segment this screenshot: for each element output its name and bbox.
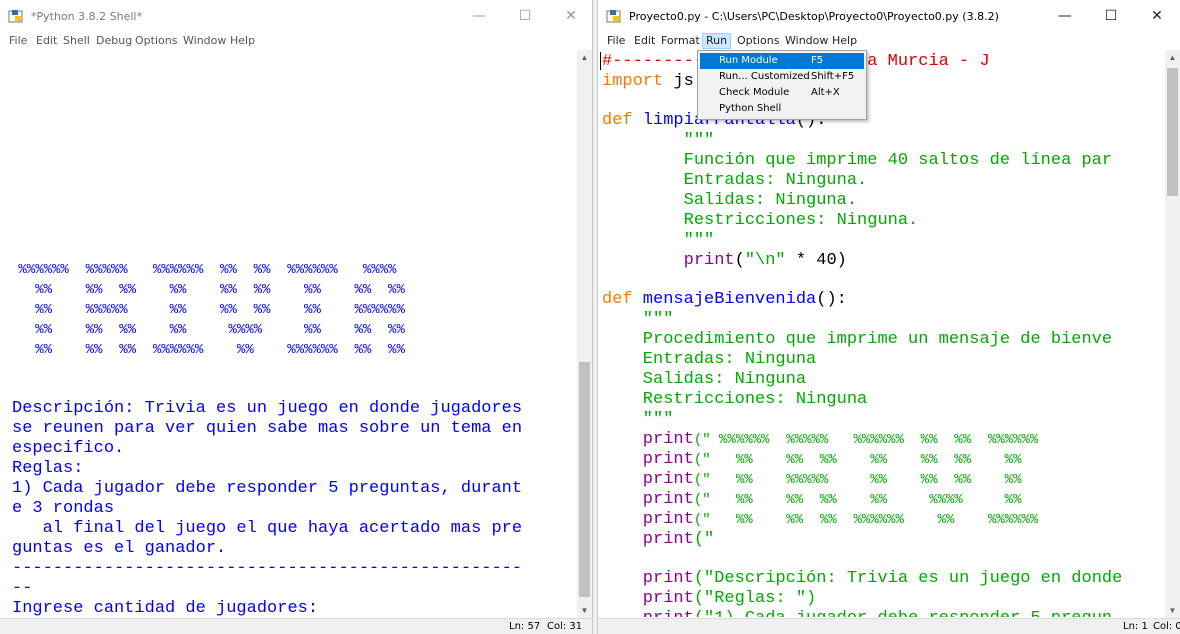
shell-output-area[interactable]: %%%%%% %%%%% %%%%%% %% %% %%%%%% %%%% %%…: [0, 50, 577, 618]
shell-text-line: ----------------------------------------…: [12, 559, 523, 578]
editor-title: Proyecto0.py - C:\Users\PC\Desktop\Proye…: [629, 10, 999, 23]
minimize-button[interactable]: —: [456, 0, 502, 32]
banner-line: %% %%%%% %% %% %% %% %%%%%%: [10, 302, 405, 318]
editor-menubar: File Edit Format Run Options Window Help: [598, 32, 1180, 50]
scroll-down-icon[interactable]: ▼: [577, 603, 592, 618]
python-shell-window: *Python 3.8.2 Shell* — ☐ ✕ File Edit She…: [0, 0, 593, 634]
code-line: Entradas: Ninguna: [602, 350, 817, 369]
code-line: Restricciones: Ninguna.: [602, 211, 919, 230]
banner-line: %%%%%% %%%%% %%%%%% %% %% %%%%%% %%%%: [10, 262, 397, 278]
code-line: Salidas: Ninguna: [602, 370, 807, 389]
code-line: print(": [602, 530, 715, 549]
line-number: Ln: 57: [509, 621, 541, 632]
code-line: """: [602, 410, 674, 429]
shell-statusbar: Ln: 57 Col: 31: [0, 618, 592, 634]
maximize-button[interactable]: ☐: [502, 0, 548, 32]
menu-format[interactable]: Format: [658, 33, 703, 49]
python-file-icon: [606, 10, 621, 23]
menu-help[interactable]: Help: [227, 33, 258, 49]
code-line: print("Descripción: Trivia es un juego e…: [602, 569, 1123, 588]
shell-scrollbar[interactable]: ▲ ▼: [577, 50, 592, 618]
code-line: Entradas: Ninguna.: [602, 171, 868, 190]
code-line: def mensajeBienvenida():: [602, 290, 847, 309]
scroll-thumb[interactable]: [579, 362, 590, 597]
maximize-button[interactable]: ☐: [1088, 0, 1134, 32]
check-module-item[interactable]: Check Module Alt+X: [700, 85, 864, 101]
python-idle-icon: [8, 10, 23, 23]
run-menu-dropdown: Run Module F5 Run... Customized Shift+F5…: [697, 50, 867, 120]
code-line: print("1) Cada jugador debe responder 5 …: [602, 609, 1112, 617]
banner-line: %% %% %% %% %% %% %% %% %%: [10, 282, 405, 298]
menu-options[interactable]: Options: [132, 33, 180, 49]
shell-text-line: --: [12, 579, 33, 598]
shell-text-line: Descripción: Trivia es un juego en donde…: [12, 399, 523, 418]
menu-file[interactable]: File: [6, 33, 30, 49]
menu-window[interactable]: Window: [180, 33, 229, 49]
shell-text-line: se reunen para ver quien sabe mas sobre …: [12, 419, 523, 438]
code-line: print(" %%%%%% %%%%% %%%%%% %% %% %%%%%%: [602, 430, 1039, 449]
code-line: """: [602, 231, 715, 250]
column-number: Col: 31: [547, 621, 583, 632]
code-line: print(" %% %% %% %% %% %% %%: [602, 450, 1022, 469]
menu-options[interactable]: Options: [734, 33, 782, 49]
close-button[interactable]: ✕: [548, 0, 592, 32]
shell-title: *Python 3.8.2 Shell*: [31, 10, 142, 23]
banner-line: %% %% %% %%%%%% %% %%%%%% %% %%: [10, 342, 405, 358]
shell-text-line: 1) Cada jugador debe responder 5 pregunt…: [12, 479, 523, 498]
scroll-up-icon[interactable]: ▲: [577, 50, 592, 65]
python-shell-item[interactable]: Python Shell: [700, 101, 864, 117]
banner-line: %% %% %% %% %%%% %% %% %%: [10, 322, 405, 338]
code-line: """: [602, 131, 715, 150]
shell-menubar: File Edit Shell Debug Options Window Hel…: [0, 32, 592, 50]
menu-help[interactable]: Help: [829, 33, 860, 49]
code-line: Restricciones: Ninguna: [602, 390, 868, 409]
column-number: Col: 0: [1153, 621, 1180, 632]
code-line: Salidas: Ninguna.: [602, 191, 858, 210]
text-cursor: [600, 52, 601, 70]
editor-scrollbar[interactable]: ▲ ▼: [1165, 50, 1180, 618]
minimize-button[interactable]: —: [1042, 0, 1088, 32]
scroll-up-icon[interactable]: ▲: [1165, 50, 1180, 65]
code-line: """: [602, 310, 674, 329]
input-prompt: Ingrese cantidad de jugadores:: [12, 599, 319, 618]
shell-text-line: al final del juego el que haya acertado …: [12, 519, 523, 538]
menu-shell[interactable]: Shell: [60, 33, 93, 49]
line-number: Ln: 1: [1123, 621, 1148, 632]
run-module-item[interactable]: Run Module F5: [700, 53, 864, 69]
editor-titlebar[interactable]: Proyecto0.py - C:\Users\PC\Desktop\Proye…: [598, 0, 1180, 32]
editor-window: Proyecto0.py - C:\Users\PC\Desktop\Proye…: [597, 0, 1180, 634]
menu-debug[interactable]: Debug: [93, 33, 135, 49]
menu-window[interactable]: Window: [782, 33, 831, 49]
editor-statusbar: Ln: 1 Col: 0: [598, 618, 1180, 634]
code-editor[interactable]: #------------ Michael Araya Murcia - J i…: [598, 50, 1165, 618]
menu-edit[interactable]: Edit: [631, 33, 658, 49]
shell-text-line: e 3 rondas: [12, 499, 115, 518]
code-line: print(" %% %%%%% %% %% %% %%: [602, 470, 1022, 489]
menu-run[interactable]: Run: [702, 33, 732, 49]
code-line: print("Reglas: "): [602, 589, 817, 608]
code-line: import js: [602, 72, 694, 91]
close-button[interactable]: ✕: [1134, 0, 1180, 32]
shell-text-line: guntas es el ganador.: [12, 539, 227, 558]
code-line: print(" %% %% %% %% %%%% %%: [602, 490, 1022, 509]
code-line: print(" %% %% %% %%%%%% %% %%%%%%: [602, 510, 1039, 529]
code-line: Procedimiento que imprime un mensaje de …: [602, 330, 1113, 349]
scroll-down-icon[interactable]: ▼: [1165, 603, 1180, 618]
menu-file[interactable]: File: [604, 33, 628, 49]
scroll-thumb[interactable]: [1167, 68, 1178, 196]
code-line: print("\n" * 40): [602, 251, 847, 270]
code-line: Función que imprime 40 saltos de línea p…: [602, 151, 1113, 170]
shell-text-line: Reglas:: [12, 459, 84, 478]
menu-edit[interactable]: Edit: [33, 33, 60, 49]
shell-titlebar[interactable]: *Python 3.8.2 Shell* — ☐ ✕: [0, 0, 592, 32]
run-customized-item[interactable]: Run... Customized Shift+F5: [700, 69, 864, 85]
shell-text-line: especifico.: [12, 439, 125, 458]
